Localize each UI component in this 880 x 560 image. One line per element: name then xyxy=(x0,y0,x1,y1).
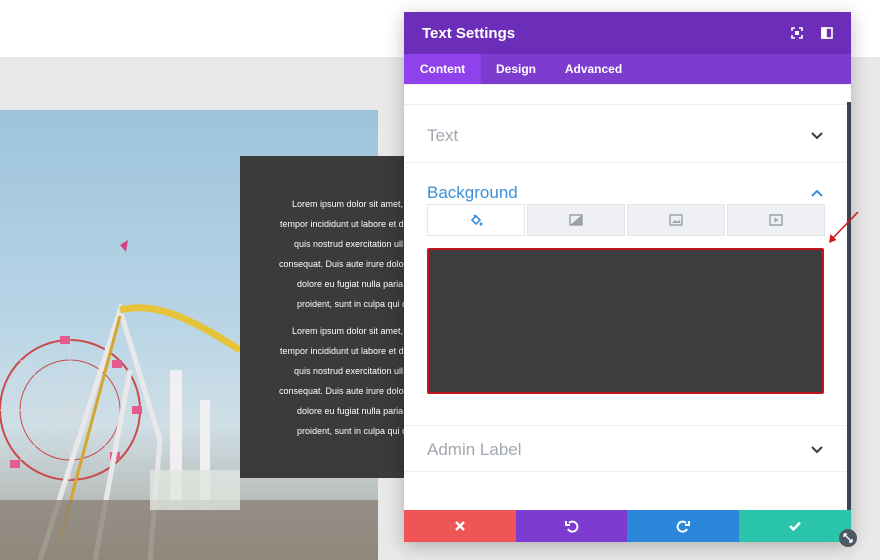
cancel-icon xyxy=(455,521,465,531)
background-video-tab[interactable] xyxy=(727,204,825,236)
chevron-down-icon[interactable] xyxy=(811,446,823,454)
text-line: tempor incididunt ut labore et d xyxy=(280,219,404,229)
scrollbar[interactable] xyxy=(847,102,851,510)
tab-advanced[interactable]: Advanced xyxy=(551,54,636,84)
text-line: quis nostrud exercitation ull xyxy=(294,239,404,249)
modal-tabs: Content Design Advanced xyxy=(404,54,851,84)
modal-body[interactable]: Text Background Admin Label xyxy=(404,84,851,510)
text-line: Lorem ipsum dolor sit amet, xyxy=(292,326,404,336)
resize-arrows-icon xyxy=(843,533,853,543)
tab-design[interactable]: Design xyxy=(481,54,551,84)
background-color-tab[interactable] xyxy=(427,204,525,236)
image-icon xyxy=(669,214,683,226)
background-section-title[interactable]: Background xyxy=(427,183,518,203)
paint-bucket-icon xyxy=(470,214,483,226)
text-section-title[interactable]: Text xyxy=(427,126,458,146)
annotation-arrow xyxy=(829,211,859,243)
background-image-tab[interactable] xyxy=(627,204,725,236)
divider xyxy=(404,425,847,426)
background-type-tabs xyxy=(427,204,825,236)
paragraph-1: Lorem ipsum dolor sit amet, tempor incid… xyxy=(279,194,420,314)
chevron-up-icon[interactable] xyxy=(811,189,823,197)
tab-content[interactable]: Content xyxy=(404,54,481,84)
chevron-down-icon[interactable] xyxy=(811,132,823,140)
modal-header[interactable]: Text Settings xyxy=(404,12,851,54)
gradient-icon xyxy=(569,214,583,226)
save-button[interactable] xyxy=(739,510,851,542)
text-line: proident, sunt in culpa qui d xyxy=(297,299,408,309)
background-gradient-tab[interactable] xyxy=(527,204,625,236)
save-icon xyxy=(789,521,801,531)
text-line: Lorem ipsum dolor sit amet, xyxy=(292,199,404,209)
text-line: consequat. Duis aute irure dolo xyxy=(279,386,404,396)
text-module-preview[interactable]: Lorem ipsum dolor sit amet, tempor incid… xyxy=(240,156,420,478)
redo-icon xyxy=(676,520,690,533)
resize-handle[interactable] xyxy=(839,529,857,547)
expand-icon[interactable] xyxy=(790,26,804,40)
undo-button[interactable] xyxy=(516,510,627,542)
text-line: tempor incididunt ut labore et d xyxy=(280,346,404,356)
divider xyxy=(404,471,847,472)
video-icon xyxy=(769,214,783,226)
paragraph-2: Lorem ipsum dolor sit amet, tempor incid… xyxy=(279,321,420,441)
modal-footer xyxy=(404,510,851,542)
background-color-preview[interactable] xyxy=(427,248,824,394)
text-line: dolore eu fugiat nulla paria xyxy=(297,279,404,289)
undo-icon xyxy=(564,520,578,533)
divider xyxy=(404,84,847,85)
text-line: dolore eu fugiat nulla paria xyxy=(297,406,404,416)
admin-label-section-title[interactable]: Admin Label xyxy=(427,440,522,460)
redo-button[interactable] xyxy=(627,510,739,542)
text-line: consequat. Duis aute irure dolo xyxy=(279,259,404,269)
divider xyxy=(404,104,847,105)
modal-title: Text Settings xyxy=(422,25,516,42)
text-line: quis nostrud exercitation ull xyxy=(294,366,404,376)
split-view-icon[interactable] xyxy=(820,26,834,40)
text-settings-modal[interactable]: Text Settings Content Design Advanced Te… xyxy=(404,12,851,542)
cancel-button[interactable] xyxy=(404,510,516,542)
divider xyxy=(404,162,847,163)
text-line: proident, sunt in culpa qui d xyxy=(297,426,408,436)
